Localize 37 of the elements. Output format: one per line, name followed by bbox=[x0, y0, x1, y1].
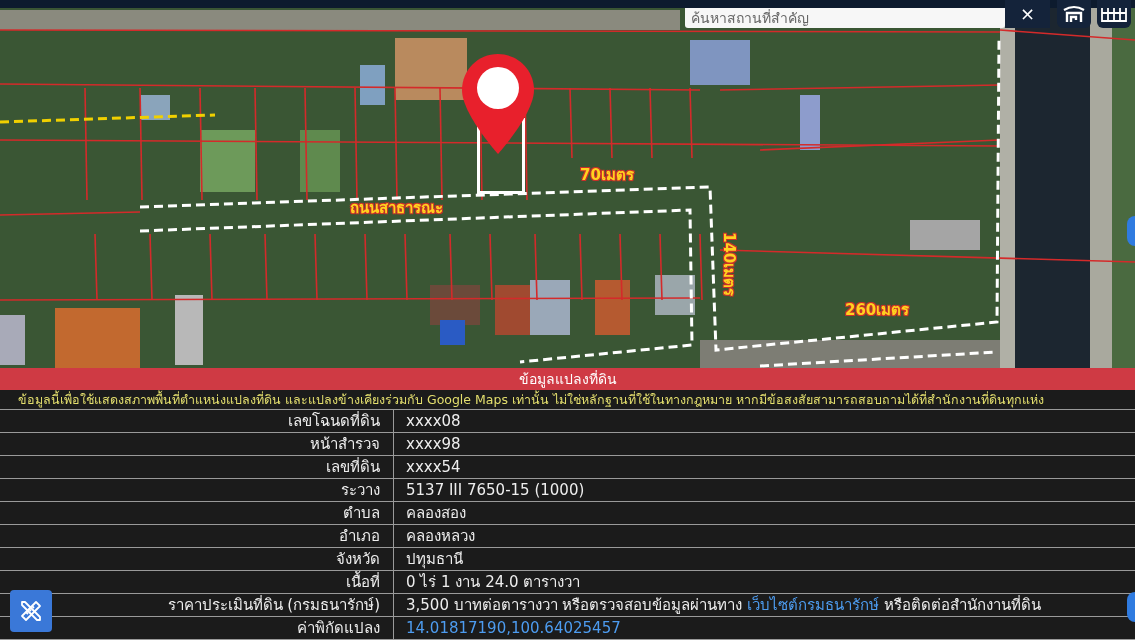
row-value: xxxx98 bbox=[406, 435, 461, 453]
distance-label: 260เมตร bbox=[845, 301, 910, 319]
row-value: xxxx54 bbox=[406, 458, 461, 476]
row-label: อำเภอ bbox=[339, 526, 380, 547]
row-value: 3,500 บาทต่อตารางวา หรือตรวจสอบข้อมูลผ่านทาง เว็บไซต์กรมธนารักษ์ หรือติดต่อสำนักงานที่ดิน bbox=[406, 596, 1042, 614]
map-pin-icon bbox=[460, 52, 536, 156]
panel-title: ข้อมูลแปลงที่ดิน bbox=[0, 368, 1135, 390]
row-value: คลองสอง bbox=[406, 504, 466, 522]
row-label: เลขที่ดิน bbox=[326, 456, 380, 478]
row-label: ระวาง bbox=[341, 480, 380, 501]
row-label: ตำบล bbox=[343, 503, 380, 524]
row-value: คลองหลวง bbox=[406, 527, 475, 545]
row-label: เลขโฉนดที่ดิน bbox=[288, 410, 380, 432]
row-label: หน้าสำรวจ bbox=[310, 434, 380, 455]
row-value: ปทุมธานี bbox=[406, 550, 463, 568]
map-toolbar-button[interactable] bbox=[1097, 0, 1131, 28]
round-button[interactable] bbox=[1127, 592, 1135, 622]
row-value: 0 ไร่ 1 งาน 24.0 ตารางวา bbox=[406, 573, 581, 591]
fence-icon bbox=[1101, 6, 1127, 22]
distance-label: 70เมตร bbox=[580, 166, 634, 184]
distance-label: 140เมตร bbox=[720, 232, 738, 297]
pencil-ruler-icon bbox=[19, 599, 43, 623]
row-label: เนื้อที่ bbox=[346, 571, 380, 593]
row-label: จังหวัด bbox=[336, 549, 380, 570]
building-icon bbox=[1063, 5, 1085, 23]
coordinates-link[interactable]: 14.01817190,100.64025457 bbox=[406, 619, 621, 637]
measure-tool-button[interactable] bbox=[10, 590, 52, 632]
map-toolbar-button[interactable] bbox=[1057, 0, 1091, 28]
close-button[interactable]: × bbox=[1005, 0, 1050, 28]
row-value: 5137 III 7650-15 (1000) bbox=[406, 481, 585, 499]
disclaimer-text: ข้อมูลนี้เพื่อใช้แสดงสภาพพื้นที่ตำแหน่งแปลงที่ดิน และแปลงข้างเคียงร่วมกับ Google Maps เท่านั้น ไม่ใช่หลักฐานที่ใช้ในทางกฎหมาย หากมีข้อสงสัยสามารถสอบถามได้ที่สำนักงานที่ดินทุกแห่ง bbox=[0, 390, 1135, 410]
search-field[interactable]: ค้นหาสถานที่สำคัญ bbox=[685, 8, 1005, 28]
row-label: ค่าพิกัดแปลง bbox=[297, 618, 380, 639]
website-link[interactable]: เว็บไซต์กรมธนารักษ์ bbox=[747, 596, 880, 614]
distance-label: ถนนสาธารณะ bbox=[350, 199, 443, 217]
row-label: ราคาประเมินที่ดิน (กรมธนารักษ์) bbox=[167, 594, 380, 616]
row-value: xxxx08 bbox=[406, 412, 461, 430]
